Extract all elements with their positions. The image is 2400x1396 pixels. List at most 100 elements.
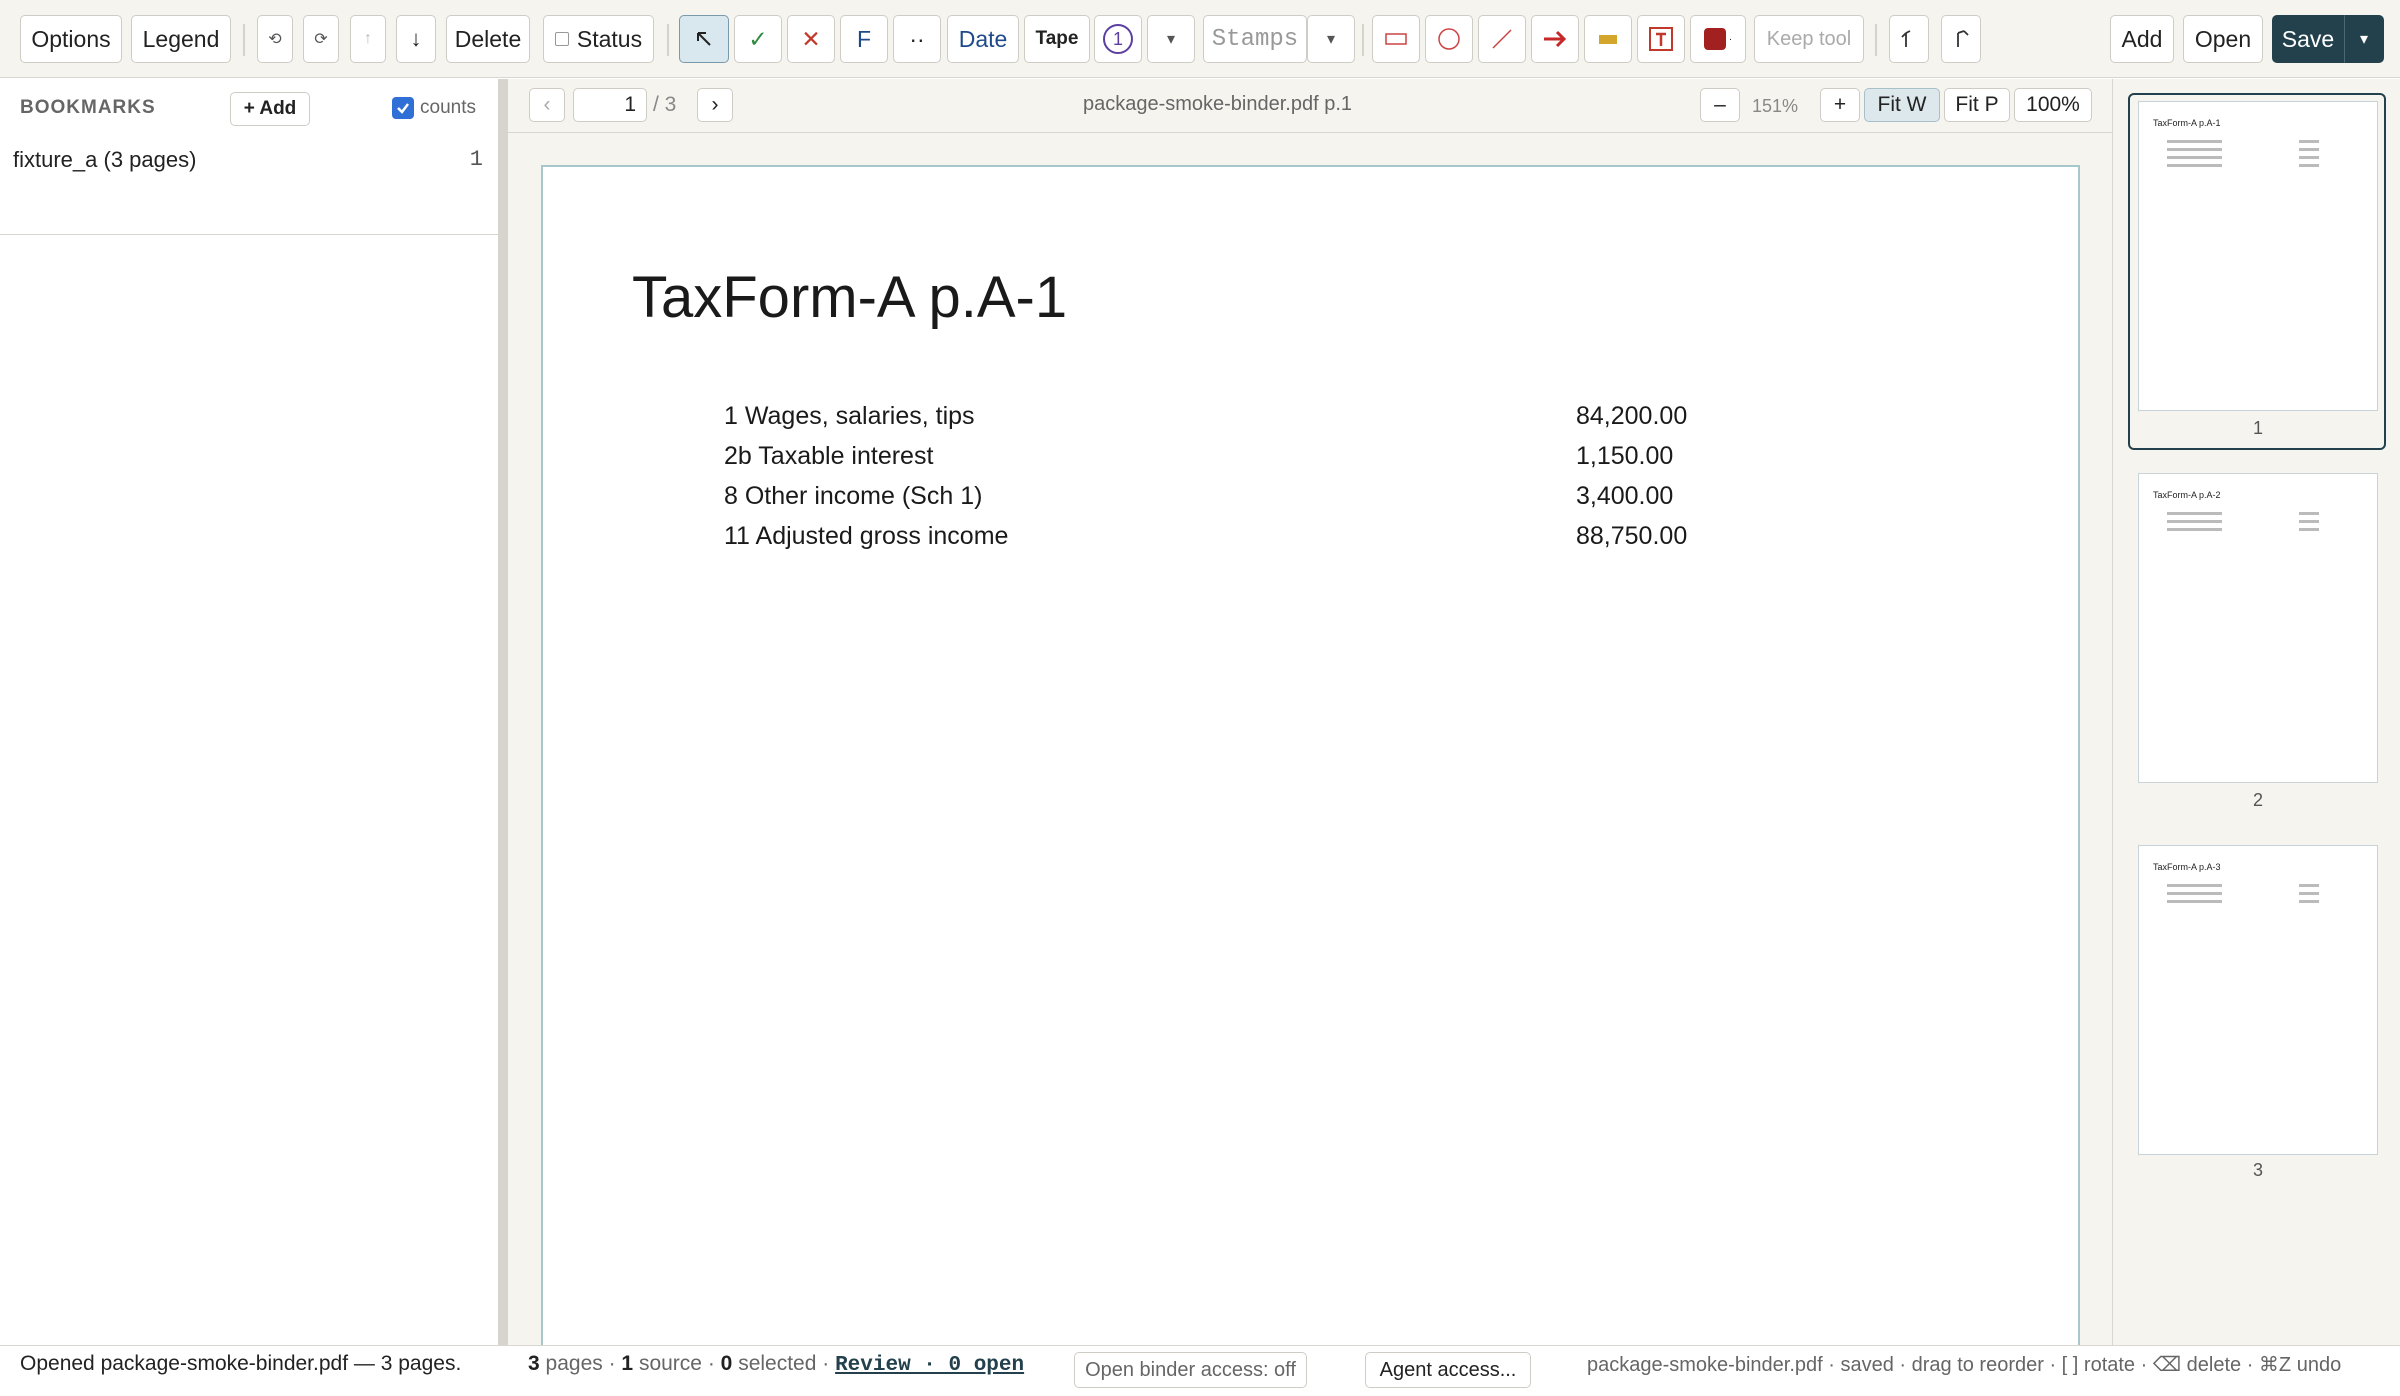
bookmark-page-number: 1 xyxy=(469,147,483,172)
rotate-left-button[interactable]: ⟲ xyxy=(257,15,293,63)
thumbnail-line xyxy=(2167,528,2222,531)
line-icon xyxy=(1492,29,1512,49)
tape-tool-button[interactable]: Tape xyxy=(1024,15,1090,63)
arrow-tool-button[interactable] xyxy=(1531,15,1579,63)
counts-checkbox[interactable] xyxy=(392,97,414,119)
form-line-label: 2b Taxable interest xyxy=(724,442,934,470)
zoom-out-button[interactable]: – xyxy=(1700,88,1740,122)
rotate-right-button[interactable]: ⟳ xyxy=(303,15,339,63)
form-line-amount: 1,150.00 xyxy=(1576,442,1674,470)
form-line-amount: 84,200.00 xyxy=(1576,402,1688,430)
checkmark-icon xyxy=(397,103,409,114)
bookmark-item[interactable]: fixture_a (3 pages) 1 xyxy=(13,145,483,175)
page-number-input[interactable]: 1 xyxy=(573,88,647,122)
binder-access-button[interactable]: Open binder access: off xyxy=(1074,1352,1307,1388)
delete-button[interactable]: Delete xyxy=(446,15,530,63)
thumbnail-line xyxy=(2167,164,2222,167)
add-bookmark-button[interactable]: + Add xyxy=(230,92,310,126)
source-label: source · xyxy=(638,1352,715,1375)
document-title: package-smoke-binder.pdf p.1 xyxy=(1082,93,1353,115)
status-hint: package-smoke-binder.pdf · saved · drag … xyxy=(1587,1354,2342,1376)
cross-tool-button[interactable]: ✕ xyxy=(787,15,835,63)
stamps-dropdown-button[interactable]: ▾ xyxy=(1307,15,1355,63)
undo-icon xyxy=(1901,30,1911,47)
number-dropdown-button[interactable]: ▾ xyxy=(1147,15,1195,63)
thumbnail-line xyxy=(2299,528,2319,531)
main-toolbar: Options Legend ⟲ ⟳ ↑ ↓ Delete Status ✓ ✕… xyxy=(0,0,2400,78)
fit-width-button[interactable]: Fit W xyxy=(1864,88,1940,122)
pdf-page[interactable] xyxy=(541,165,2080,1345)
thumbnail-number: 3 xyxy=(2252,1160,2263,1180)
arrow-right-icon xyxy=(1544,30,1567,48)
thumbnail-line xyxy=(2299,164,2319,167)
bookmark-title: fixture_a (3 pages) xyxy=(13,147,197,172)
select-tool-button[interactable] xyxy=(679,15,729,63)
dots-tool-button[interactable]: ·· xyxy=(893,15,941,63)
numbered-circle-icon: 1 xyxy=(1103,24,1133,54)
color-swatch-icon xyxy=(1703,28,1726,50)
pointer-arrow-icon xyxy=(697,32,711,46)
thumbnail-number: 1 xyxy=(2252,418,2263,438)
toolbar-divider xyxy=(243,24,245,56)
stamps-button[interactable]: Stamps xyxy=(1203,15,1307,63)
keep-tool-toggle[interactable]: Keep tool xyxy=(1754,15,1864,63)
thumbnail-line xyxy=(2299,892,2319,895)
form-line-amount: 3,400.00 xyxy=(1576,482,1674,510)
sidebar-divider xyxy=(0,234,498,235)
status-checkbox[interactable] xyxy=(554,32,569,46)
rectangle-icon xyxy=(1385,33,1407,45)
thumbnail-title: TaxForm-A p.A-3 xyxy=(2153,862,2221,872)
thumbnail-line xyxy=(2167,156,2222,159)
highlight-tool-button[interactable] xyxy=(1584,15,1632,63)
add-button[interactable]: Add xyxy=(2110,15,2174,63)
zoom-in-button[interactable]: + xyxy=(1820,88,1860,122)
thumbnail-line xyxy=(2167,884,2222,887)
circle-icon xyxy=(1438,28,1460,50)
number-tool-button[interactable]: 1 xyxy=(1094,15,1142,63)
move-up-button[interactable]: ↑ xyxy=(350,15,386,63)
agent-access-button[interactable]: Agent access... xyxy=(1365,1352,1531,1388)
thumbnail-number: 2 xyxy=(2252,790,2263,810)
date-tool-button[interactable]: Date xyxy=(947,15,1019,63)
selected-label: selected · xyxy=(738,1352,830,1375)
options-button[interactable]: Options xyxy=(20,15,122,63)
thumbnail-title: TaxForm-A p.A-2 xyxy=(2153,490,2221,500)
counts-label: counts xyxy=(420,97,476,118)
sidebar-resize-handle[interactable] xyxy=(498,79,508,1345)
next-page-button[interactable]: › xyxy=(697,88,733,122)
open-button[interactable]: Open xyxy=(2183,15,2263,63)
toolbar-divider xyxy=(1362,24,1364,56)
rectangle-tool-button[interactable] xyxy=(1372,15,1420,63)
ellipse-tool-button[interactable] xyxy=(1425,15,1473,63)
form-line-amount: 88,750.00 xyxy=(1576,522,1688,550)
save-dropdown-button[interactable]: ▾ xyxy=(2344,15,2384,63)
status-label: Status xyxy=(576,25,643,52)
checkmark-tool-button[interactable]: ✓ xyxy=(734,15,782,63)
textbox-tool-button[interactable] xyxy=(1637,15,1685,63)
line-tool-button[interactable] xyxy=(1478,15,1526,63)
page-thumbnail[interactable]: TaxForm-A p.A-1 xyxy=(2138,101,2378,411)
prev-page-button[interactable]: ‹ xyxy=(529,88,565,122)
color-picker-button[interactable]: · xyxy=(1690,15,1746,63)
redo-button[interactable] xyxy=(1941,15,1981,63)
thumbnail-line xyxy=(2299,512,2319,515)
undo-button[interactable] xyxy=(1889,15,1929,63)
form-line-label: 8 Other income (Sch 1) xyxy=(724,482,983,510)
actual-size-button[interactable]: 100% xyxy=(2014,88,2092,122)
highlight-icon xyxy=(1599,34,1617,44)
legend-button[interactable]: Legend xyxy=(131,15,231,63)
status-toggle[interactable]: Status xyxy=(543,15,654,63)
thumbnail-line xyxy=(2167,140,2222,143)
save-button[interactable]: Save xyxy=(2272,15,2344,63)
fit-page-button[interactable]: Fit P xyxy=(1944,88,2010,122)
move-down-button[interactable]: ↓ xyxy=(396,15,436,63)
thumbnail-line xyxy=(2299,520,2319,523)
bookmarks-sidebar xyxy=(0,79,498,1345)
review-link[interactable]: Review · 0 open xyxy=(835,1354,1024,1377)
page-thumbnail[interactable]: TaxForm-A p.A-3 xyxy=(2138,845,2378,1155)
selected-count: 0 xyxy=(720,1352,733,1375)
f-tool-button[interactable]: F xyxy=(840,15,888,63)
page-thumbnail[interactable]: TaxForm-A p.A-2 xyxy=(2138,473,2378,783)
thumbnail-line xyxy=(2299,900,2319,903)
thumbnail-line xyxy=(2167,512,2222,515)
